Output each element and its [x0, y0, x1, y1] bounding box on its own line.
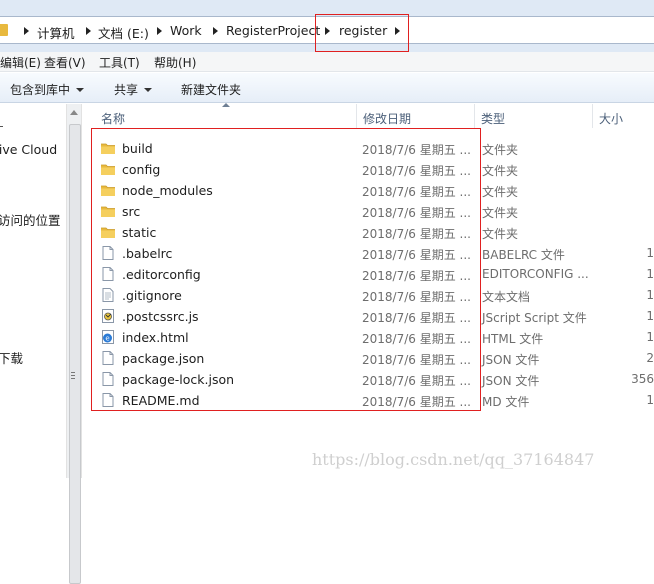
scroll-up-arrow-icon[interactable] — [70, 110, 78, 115]
file-type: BABELRC 文件 — [482, 248, 565, 262]
nav-item-creative-cloud[interactable]: tive Cloud — [0, 142, 57, 157]
address-bar-area: 计算机 文档 (E:) Work RegisterProject registe… — [0, 0, 654, 54]
include-in-library-button[interactable]: 包含到库中 — [10, 81, 85, 98]
toolbar: 包含到库中 共享 新建文件夹 — [0, 73, 654, 103]
files-highlight-box — [91, 128, 481, 411]
breadcrumb-separator-icon[interactable] — [24, 27, 29, 35]
breadcrumb-work[interactable]: Work — [170, 23, 202, 38]
breadcrumb-separator-icon[interactable] — [86, 27, 91, 35]
column-header-type[interactable]: 类型 — [475, 104, 593, 128]
chevron-down-icon — [76, 88, 85, 92]
file-type: 文件夹 — [482, 143, 519, 157]
chevron-down-icon — [144, 88, 153, 92]
file-type: 文件夹 — [482, 164, 519, 178]
scroll-grip-icon — [71, 372, 75, 373]
file-size: 1 — [646, 309, 654, 323]
share-label: 共享 — [114, 83, 139, 97]
file-size: 1 — [646, 288, 654, 302]
breadcrumb-separator-icon[interactable] — [213, 27, 218, 35]
file-size: 1 — [646, 330, 654, 344]
file-size: 356 — [631, 372, 654, 386]
breadcrumb-registerproject[interactable]: RegisterProject — [226, 23, 320, 38]
file-size: 1 — [646, 246, 654, 260]
nav-mark — [0, 126, 3, 127]
file-type: 文件夹 — [482, 185, 519, 199]
menu-bar: 编辑(E) 查看(V) 工具(T) 帮助(H) — [0, 52, 654, 72]
file-type: JScript Script 文件 — [482, 311, 587, 325]
file-type: JSON 文件 — [482, 353, 540, 367]
column-header-date[interactable]: 修改日期 — [357, 104, 475, 128]
menu-view[interactable]: 查看(V) — [44, 54, 86, 71]
file-type: 文本文档 — [482, 290, 531, 304]
address-highlight-box — [315, 14, 409, 52]
breadcrumb-computer[interactable]: 计算机 — [37, 23, 75, 42]
scroll-thumb[interactable] — [69, 124, 81, 584]
nav-item-recent-places[interactable]: 访问的位置 — [0, 210, 61, 229]
include-in-library-label: 包含到库中 — [10, 83, 71, 97]
share-button[interactable]: 共享 — [114, 81, 153, 98]
nav-scrollbar[interactable] — [66, 104, 82, 584]
folder-icon — [0, 24, 8, 36]
file-type: HTML 文件 — [482, 332, 544, 346]
menu-edit[interactable]: 编辑(E) — [0, 54, 41, 71]
breadcrumb-drive[interactable]: 文档 (E:) — [98, 23, 149, 42]
nav-item-downloads[interactable]: 下载 — [0, 348, 23, 367]
file-type: 文件夹 — [482, 206, 519, 220]
file-size: 2 — [646, 351, 654, 365]
file-size: 1 — [646, 393, 654, 407]
file-size: 1 — [646, 267, 654, 281]
column-header-name[interactable]: 名称 — [95, 104, 357, 128]
breadcrumb-separator-icon[interactable] — [157, 27, 162, 35]
menu-tools[interactable]: 工具(T) — [99, 54, 140, 71]
sort-ascending-icon — [222, 103, 230, 107]
file-type: EDITORCONFIG ... — [482, 267, 589, 281]
menu-help[interactable]: 帮助(H) — [154, 54, 196, 71]
column-header-size[interactable]: 大小 — [593, 104, 654, 128]
navigation-pane: tive Cloud 访问的位置 下载 — [0, 104, 66, 478]
new-folder-button[interactable]: 新建文件夹 — [181, 81, 241, 98]
file-type: JSON 文件 — [482, 374, 540, 388]
file-type: MD 文件 — [482, 395, 530, 409]
file-type: 文件夹 — [482, 227, 519, 241]
watermark: https://blog.csdn.net/qq_37164847 — [312, 450, 595, 469]
